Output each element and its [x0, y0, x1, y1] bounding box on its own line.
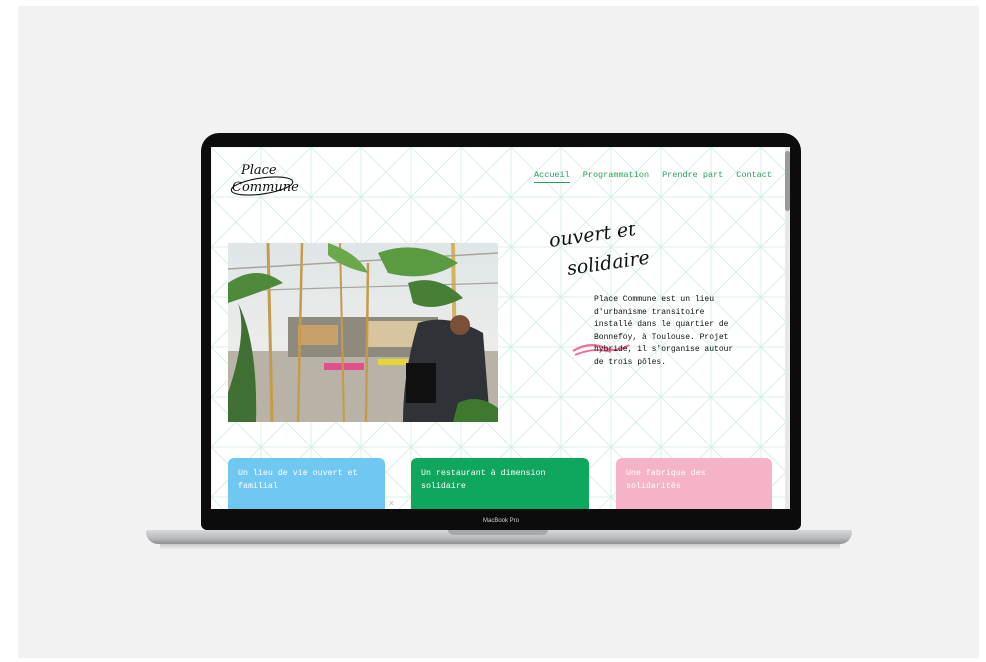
hero-photo	[228, 243, 498, 422]
nav-link-accueil[interactable]: Accueil	[534, 170, 570, 183]
card-fabrique[interactable]: Une fabrique des solidarités	[616, 458, 772, 509]
device-label: MacBook Pro	[482, 518, 519, 524]
browser-viewport: Place Commune Accueil Programmation Pren…	[211, 147, 790, 509]
card-title-line: Un lieu de vie ouvert et	[238, 469, 358, 478]
intro-line: de trois pôles.	[594, 357, 667, 367]
nav-link-programmation[interactable]: Programmation	[583, 170, 649, 183]
svg-text:ouvert et: ouvert et	[548, 225, 638, 252]
headline: ouvert et solidaire	[548, 225, 652, 280]
nav-link-prendre-part[interactable]: Prendre part	[662, 170, 723, 183]
svg-text:Place: Place	[240, 163, 277, 178]
intro-line: Place Commune est un lieu	[594, 295, 715, 304]
intro-line: Bonnefoy, à Toulouse. Projet	[594, 332, 729, 342]
card-title-line: solidarités	[626, 482, 681, 491]
intro-line: d'urbanisme transitoire	[594, 307, 705, 317]
card-title-line: solidaire	[421, 482, 466, 491]
card-title-line: Un restaurant à dimension	[421, 469, 546, 478]
card-restaurant[interactable]: Un restaurant à dimension solidaire	[411, 458, 589, 509]
card-title-line: familial	[238, 482, 278, 491]
close-icon[interactable]: ✕	[388, 499, 395, 508]
scrollbar-thumb[interactable]	[785, 151, 790, 211]
intro-line: hybride, il s'organise autour	[594, 345, 734, 355]
site-logo[interactable]: Place Commune	[229, 157, 299, 197]
laptop-shadow	[160, 544, 840, 550]
intro-line: installé dans le quartier de	[594, 320, 729, 330]
nav-link-contact[interactable]: Contact	[736, 170, 772, 183]
laptop-notch	[448, 530, 548, 535]
main-nav: Accueil Programmation Prendre part Conta…	[534, 170, 772, 183]
svg-text:solidaire: solidaire	[566, 247, 652, 280]
card-title-line: Une fabrique des	[626, 469, 706, 478]
card-lieu-de-vie[interactable]: Un lieu de vie ouvert et familial	[228, 458, 385, 509]
intro-text: Place Commune est un lieu d'urbanisme tr…	[594, 294, 764, 370]
